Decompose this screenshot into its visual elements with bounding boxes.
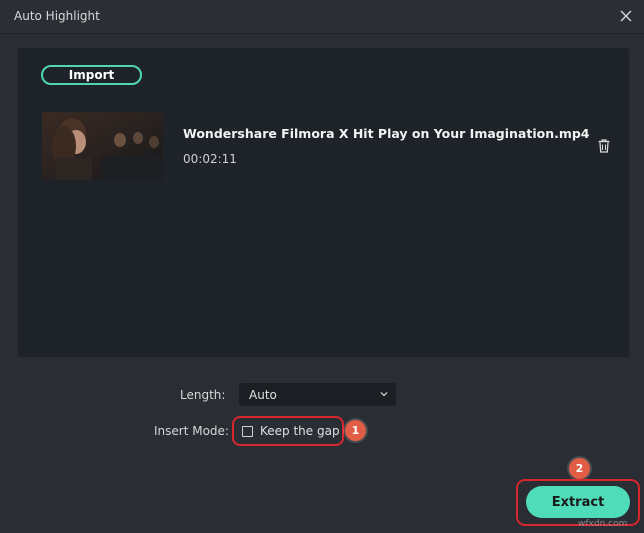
import-button[interactable]: Import [41,65,142,85]
keep-gap-label: Keep the gap [260,424,340,438]
watermark: wfxdn.com [578,519,628,529]
step-badge-2: 2 [569,458,590,479]
keep-gap-checkbox[interactable]: Keep the gap [242,424,340,438]
delete-button[interactable] [596,138,612,154]
trash-icon [598,139,610,153]
window-title: Auto Highlight [14,9,100,23]
media-panel: Import Wondershare Filmora X Hit Play on… [18,48,629,357]
close-button[interactable] [618,8,634,24]
length-label: Length: [180,388,226,402]
close-icon [620,10,632,22]
chevron-down-icon [380,392,388,397]
video-thumbnail[interactable] [42,112,163,180]
title-bar: Auto Highlight [0,0,644,34]
length-select[interactable]: Auto [239,383,396,406]
insert-mode-label: Insert Mode: [154,424,229,438]
step-badge-1: 1 [345,420,366,441]
video-file-name: Wondershare Filmora X Hit Play on Your I… [183,126,590,141]
video-duration: 00:02:11 [183,152,237,166]
extract-button[interactable]: Extract [526,486,630,518]
checkbox-box[interactable] [242,425,253,437]
length-select-value: Auto [249,387,277,402]
